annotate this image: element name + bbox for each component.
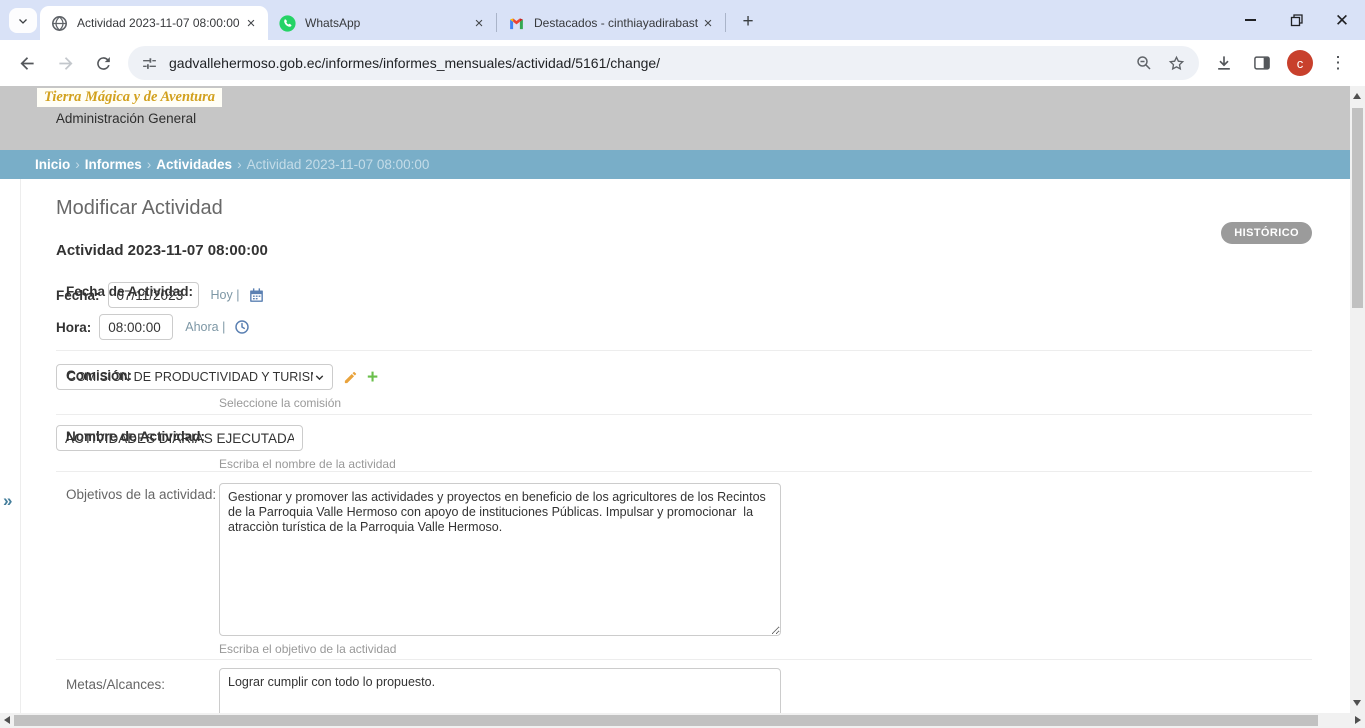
downloads-button[interactable] <box>1207 46 1241 80</box>
new-tab-button[interactable]: + <box>734 8 762 36</box>
vertical-scrollbar-thumb[interactable] <box>1352 108 1363 308</box>
tab-whatsapp[interactable]: WhatsApp × <box>268 6 496 40</box>
form-row-fecha: Fecha de Actividad: Fecha: Hoy | Hora: <box>56 274 1312 351</box>
nombre-help-text: Escriba el nombre de la actividad <box>219 457 1312 471</box>
object-title: Actividad 2023-11-07 08:00:00 <box>56 242 1312 259</box>
browser-window: Actividad 2023-11-07 08:00:00 × WhatsApp… <box>0 0 1365 728</box>
horizontal-scrollbar[interactable] <box>0 713 1365 728</box>
vertical-scrollbar[interactable] <box>1350 86 1365 713</box>
url-text: gadvallehermoso.gob.ec/informes/informes… <box>169 55 1123 71</box>
breadcrumb-separator: › <box>147 157 152 172</box>
gmail-icon <box>508 15 525 32</box>
tab-title: WhatsApp <box>305 16 470 30</box>
form-row-nombre: Nombre de Actividad: Escriba el nombre d… <box>56 415 1312 472</box>
three-dot-menu-icon: ⋮ <box>1330 53 1347 73</box>
breadcrumb-separator: › <box>75 157 80 172</box>
tab-gmail-destacados[interactable]: Destacados - cinthiayadirabast × <box>497 6 725 40</box>
breadcrumb-link-informes[interactable]: Informes <box>85 157 142 172</box>
address-bar[interactable]: gadvallehermoso.gob.ec/informes/informes… <box>128 46 1199 80</box>
scroll-up-arrow[interactable] <box>1353 93 1361 99</box>
field-label-nombre: Nombre de Actividad: <box>66 429 205 444</box>
form-row-comision: Comisión: COMISIÓN DE PRODUCTIVIDAD Y TU… <box>56 351 1312 415</box>
tab-actividad[interactable]: Actividad 2023-11-07 08:00:00 × <box>40 6 268 40</box>
scroll-down-arrow[interactable] <box>1353 700 1361 706</box>
add-comision-icon[interactable]: + <box>367 368 378 387</box>
tab-close-icon[interactable]: × <box>470 14 488 32</box>
objetivos-help-text: Escriba el objetivo de la actividad <box>219 642 1312 656</box>
field-label-fecha-actividad: Fecha de Actividad: <box>66 284 193 299</box>
tab-close-icon[interactable]: × <box>699 14 717 32</box>
restore-icon <box>1288 12 1305 29</box>
minimize-icon <box>1245 19 1256 21</box>
download-icon <box>1214 53 1234 73</box>
form-row-objetivos: Objetivos de la actividad: Gestionar y p… <box>56 472 1312 660</box>
close-window-button[interactable]: ✕ <box>1319 0 1365 40</box>
tab-strip: Actividad 2023-11-07 08:00:00 × WhatsApp… <box>0 0 1365 40</box>
forward-icon <box>55 53 76 74</box>
scroll-left-arrow[interactable] <box>4 716 10 724</box>
scroll-right-arrow[interactable] <box>1355 716 1361 724</box>
chevron-down-icon <box>313 371 326 384</box>
breadcrumb-link-inicio[interactable]: Inicio <box>35 157 70 172</box>
comision-help-text: Seleccione la comisión <box>219 396 1312 410</box>
sidebar-divider <box>20 179 21 713</box>
horizontal-scrollbar-thumb[interactable] <box>14 715 1318 726</box>
site-title: Tierra Mágica y de Aventura <box>37 88 222 107</box>
whatsapp-icon <box>279 15 296 32</box>
tab-search-button[interactable] <box>9 8 37 33</box>
site-header: Tierra Mágica y de Aventura Administraci… <box>0 86 1350 150</box>
zoom-out-button[interactable] <box>1133 52 1155 74</box>
tab-title: Destacados - cinthiayadirabast <box>534 16 699 30</box>
browser-toolbar: gadvallehermoso.gob.ec/informes/informes… <box>0 40 1365 86</box>
breadcrumb-current: Actividad 2023-11-07 08:00:00 <box>247 157 430 172</box>
objetivos-textarea[interactable]: Gestionar y promover las actividades y p… <box>219 483 781 636</box>
profile-avatar-button[interactable]: c <box>1283 46 1317 80</box>
site-info-button[interactable] <box>138 52 160 74</box>
form-row-metas: Metas/Alcances: Lograr cumplir con todo … <box>56 660 1312 713</box>
bookmark-star-button[interactable] <box>1165 52 1187 74</box>
hoy-link[interactable]: Hoy | <box>211 288 240 302</box>
sidebar-toggle[interactable]: » <box>3 491 12 511</box>
clock-icon[interactable] <box>233 318 251 336</box>
side-panel-icon <box>1252 53 1272 73</box>
restore-button[interactable] <box>1273 0 1319 40</box>
edit-comision-icon[interactable] <box>341 368 359 386</box>
breadcrumb: Inicio › Informes › Actividades › Actividad 20… <box>0 150 1350 179</box>
historico-button[interactable]: HISTÓRICO <box>1221 222 1312 244</box>
chrome-menu-button[interactable]: ⋮ <box>1321 46 1355 80</box>
tab-close-icon[interactable]: × <box>242 14 260 32</box>
reload-icon <box>94 54 113 73</box>
field-label-objetivos: Objetivos de la actividad: <box>66 487 216 502</box>
calendar-icon[interactable] <box>247 286 265 304</box>
avatar: c <box>1287 50 1313 76</box>
back-icon <box>17 53 38 74</box>
tab-title: Actividad 2023-11-07 08:00:00 <box>77 16 242 30</box>
breadcrumb-separator: › <box>237 157 242 172</box>
reload-button[interactable] <box>86 46 120 80</box>
zoom-out-icon <box>1135 54 1153 72</box>
close-icon: ✕ <box>1335 12 1349 29</box>
minimize-button[interactable] <box>1227 0 1273 40</box>
metas-textarea[interactable]: Lograr cumplir con todo lo propuesto. <box>219 668 781 713</box>
star-icon <box>1167 54 1186 73</box>
back-button[interactable] <box>10 46 44 80</box>
ahora-link[interactable]: Ahora | <box>185 320 225 334</box>
hora-sublabel: Hora: <box>56 320 91 335</box>
globe-icon <box>51 15 68 32</box>
field-label-comision: Comisión: <box>66 368 132 383</box>
tab-separator <box>725 13 726 32</box>
chevron-down-icon <box>17 15 29 27</box>
tune-icon <box>141 55 158 72</box>
forward-button[interactable] <box>48 46 82 80</box>
page-content: » Modificar Actividad HISTÓRICO Activida… <box>0 179 1350 713</box>
hora-input[interactable] <box>99 314 173 340</box>
site-subtitle: Administración General <box>37 111 215 126</box>
breadcrumb-link-actividades[interactable]: Actividades <box>156 157 232 172</box>
field-label-metas: Metas/Alcances: <box>66 677 165 692</box>
side-panel-button[interactable] <box>1245 46 1279 80</box>
page-title: Modificar Actividad <box>56 197 1312 220</box>
